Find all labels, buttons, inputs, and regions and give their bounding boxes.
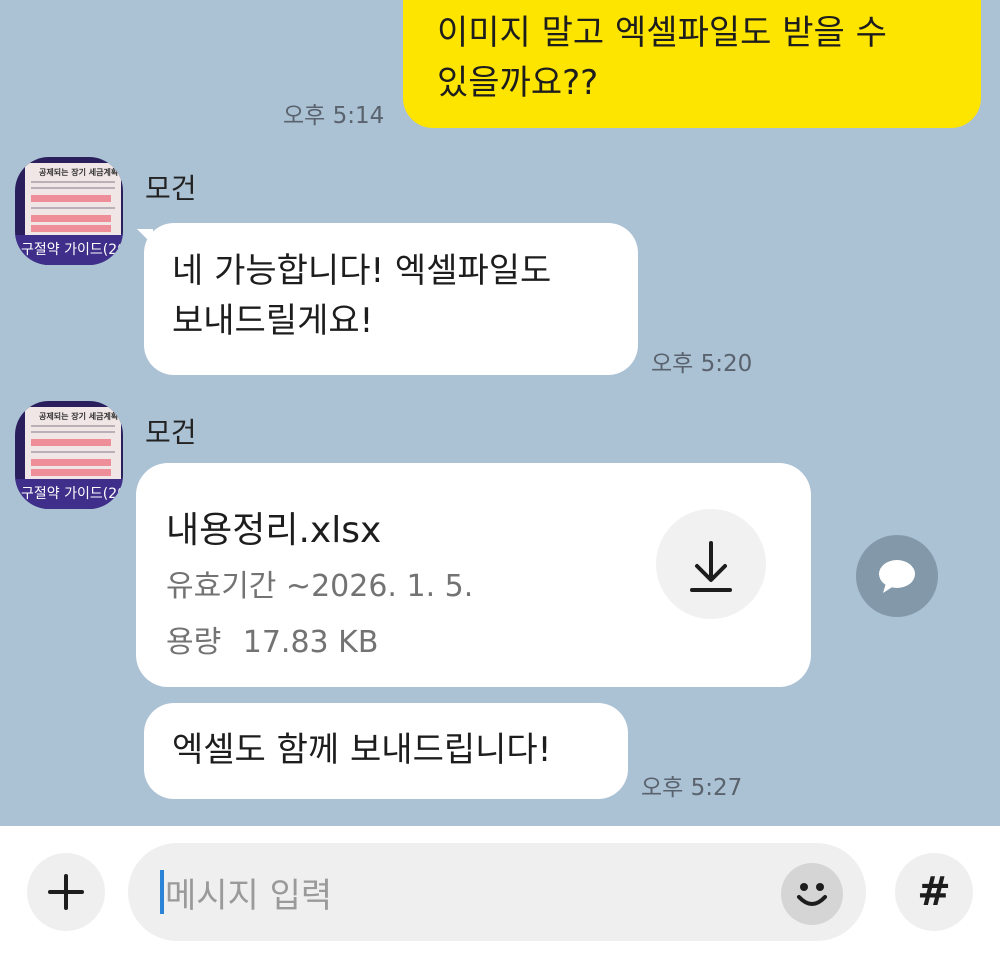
other-message-text: 엑셀도 함께 보내드립니다!: [172, 730, 552, 770]
hash-button[interactable]: #: [895, 853, 973, 931]
download-icon: [690, 541, 732, 592]
avatar[interactable]: 공제되는 장기 세금계획 구절약 가이드(20: [15, 157, 123, 265]
other-message-line-1: 네 가능합니다! 엑셀파일도: [172, 251, 552, 291]
avatar-top-text: 공제되는 장기 세금계획: [39, 168, 119, 177]
emoji-icon: [797, 883, 827, 906]
file-size-value: 17.83 KB: [242, 625, 379, 660]
file-name: 내용정리.xlsx: [166, 510, 382, 551]
avatar-top-text: 공제되는 장기 세금계획: [39, 412, 119, 421]
message-time: 오후 5:14: [283, 103, 385, 129]
download-button[interactable]: [656, 509, 766, 619]
avatar-image: 공제되는 장기 세금계획: [25, 407, 121, 481]
plus-icon: [48, 874, 84, 910]
sender-name: 모건: [145, 172, 197, 205]
my-message-line-1: 이미지 말고 엑셀파일도 받을 수: [437, 13, 887, 53]
hash-icon: #: [917, 869, 951, 915]
my-message-line-2: 있을까요??: [437, 63, 599, 103]
file-expiration: 유효기간 ~2026. 1. 5.: [166, 569, 474, 604]
message-time: 오후 5:20: [651, 351, 753, 377]
attach-button[interactable]: [27, 853, 105, 931]
avatar-banner: 구절약 가이드(20: [15, 235, 123, 265]
my-message-bubble[interactable]: 이미지 말고 엑셀파일도 받을 수 있을까요??: [403, 0, 981, 128]
other-message-line-2: 보내드릴게요!: [172, 301, 374, 341]
sender-name: 모건: [145, 416, 197, 449]
avatar-image: 공제되는 장기 세금계획: [25, 163, 121, 237]
file-message-card[interactable]: 내용정리.xlsx 유효기간 ~2026. 1. 5. 용량 17.83 KB: [136, 463, 811, 687]
emoji-button[interactable]: [781, 863, 843, 925]
share-button[interactable]: [856, 535, 938, 617]
other-message-bubble[interactable]: 엑셀도 함께 보내드립니다!: [144, 703, 628, 799]
avatar[interactable]: 공제되는 장기 세금계획 구절약 가이드(20: [15, 401, 123, 509]
other-message-bubble[interactable]: 네 가능합니다! 엑셀파일도 보내드릴게요!: [144, 223, 638, 375]
message-input-placeholder: 메시지 입력: [165, 876, 333, 916]
text-cursor: [160, 870, 164, 914]
file-size: 용량 17.83 KB: [166, 617, 378, 661]
avatar-banner: 구절약 가이드(20: [15, 479, 123, 509]
chat-area[interactable]: 이미지 말고 엑셀파일도 받을 수 있을까요?? 오후 5:14 공제되는 장기…: [0, 0, 1000, 826]
file-size-label: 용량: [166, 625, 222, 660]
message-time: 오후 5:27: [641, 775, 743, 801]
chat-bubble-icon: [879, 560, 915, 593]
